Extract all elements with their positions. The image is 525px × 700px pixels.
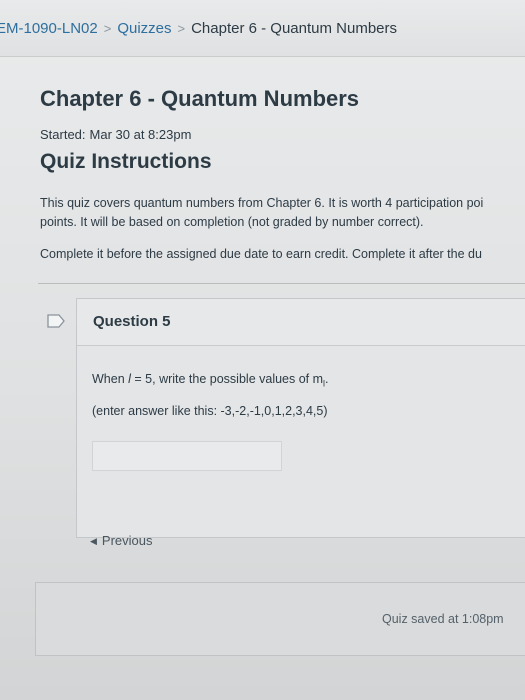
breadcrumb-quizzes[interactable]: Quizzes <box>117 20 171 37</box>
breadcrumb-current: Chapter 6 - Quantum Numbers <box>191 20 398 37</box>
instructions-line: points. It will be based on completion (… <box>40 215 424 229</box>
divider <box>38 283 525 284</box>
question-header: Question 5 <box>77 299 525 346</box>
instructions-text: This quiz covers quantum numbers from Ch… <box>40 194 525 264</box>
breadcrumb-separator-icon: > <box>103 21 112 36</box>
breadcrumb-course[interactable]: EM-1090-LN02 <box>0 20 98 37</box>
breadcrumb-separator-icon: > <box>177 21 186 36</box>
question-hint: (enter answer like this: -3,-2,-1,0,1,2,… <box>92 404 328 418</box>
question-text-end: . <box>325 372 329 386</box>
breadcrumb: EM-1090-LN02 > Quizzes > Chapter 6 - Quantum… <box>0 20 397 37</box>
triangle-left-icon: ◀ <box>90 536 97 546</box>
answer-input[interactable] <box>92 441 282 471</box>
flag-question-icon[interactable] <box>47 314 65 328</box>
question-text: When l = 5, write the possible values of… <box>92 372 329 389</box>
breadcrumb-bar: EM-1090-LN02 > Quizzes > Chapter 6 - Quantum… <box>0 0 525 57</box>
started-value: Mar 30 at 8:23pm <box>89 127 192 142</box>
instructions-line: This quiz covers quantum numbers from Ch… <box>40 196 484 210</box>
started-label: Started: <box>40 127 86 142</box>
started-info: Started: Mar 30 at 8:23pm <box>40 127 191 142</box>
question-card: Question 5 When l = 5, write the possibl… <box>76 298 525 538</box>
previous-button[interactable]: ◀ Previous <box>90 533 153 548</box>
question-title: Question 5 <box>93 313 171 330</box>
page-title: Chapter 6 - Quantum Numbers <box>40 86 360 111</box>
instructions-title: Quiz Instructions <box>40 150 212 173</box>
previous-label: Previous <box>101 533 153 548</box>
question-text-prefix: When <box>92 372 129 386</box>
save-status: Quiz saved at 1:08pm <box>382 612 504 626</box>
question-text-suffix: = 5, write the possible values of m <box>130 372 324 386</box>
instructions-line: Complete it before the assigned due date… <box>40 247 482 261</box>
